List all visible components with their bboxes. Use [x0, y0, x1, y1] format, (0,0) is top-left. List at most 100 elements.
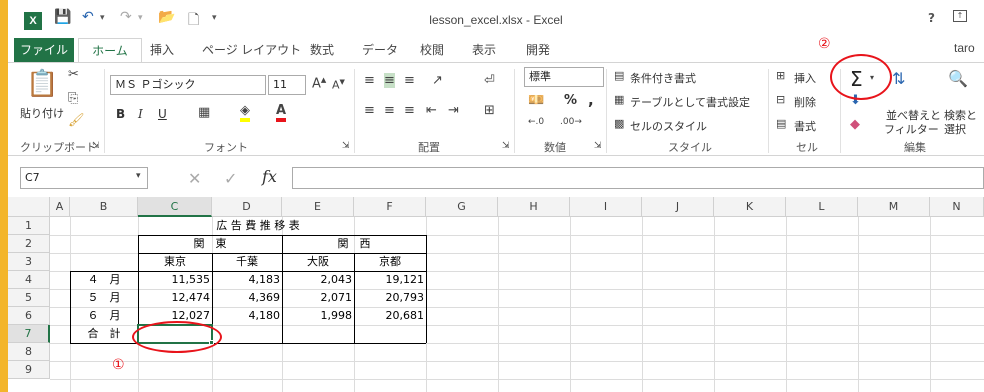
format-as-table-icon[interactable]: ▦ [614, 93, 624, 106]
format-as-table-button[interactable]: テーブルとして書式設定 [630, 94, 750, 110]
sort-filter-icon[interactable]: ⇅ [892, 69, 905, 88]
cut-icon[interactable]: ✂ [68, 67, 79, 82]
column-header[interactable]: F [354, 197, 426, 217]
formula-input[interactable] [292, 167, 984, 189]
column-header[interactable]: B [70, 197, 138, 217]
comma-button[interactable]: , [588, 91, 594, 109]
cell-value[interactable]: 2,043 [282, 271, 353, 289]
insert-function-icon[interactable]: fx [262, 167, 277, 186]
row-header[interactable]: 4 [8, 271, 50, 289]
tab-review[interactable]: 校閲 [420, 41, 444, 58]
align-bottom-icon[interactable]: ≡ [404, 73, 415, 88]
wrap-text-icon[interactable]: ⏎ [484, 73, 495, 88]
tab-page-layout[interactable]: ページ レイアウト [202, 41, 301, 58]
tab-home[interactable]: ホーム [78, 38, 142, 63]
bold-button[interactable]: B [116, 107, 125, 121]
percent-button[interactable]: % [564, 93, 577, 108]
font-color-icon[interactable]: A [276, 103, 287, 122]
worksheet-grid[interactable]: A B C D E F G H I J K L M N 1 2 3 4 5 6 … [8, 197, 984, 392]
cell-value[interactable]: 2,071 [282, 289, 353, 307]
underline-button[interactable]: U [158, 107, 167, 121]
header-chiba[interactable]: 千葉 [212, 253, 282, 271]
cell-styles-icon[interactable]: ▩ [614, 117, 624, 130]
clear-icon[interactable]: ◆ [850, 117, 860, 132]
header-tokyo[interactable]: 東京 [138, 253, 212, 271]
tab-insert[interactable]: 挿入 [150, 41, 174, 58]
header-osaka[interactable]: 大阪 [282, 253, 354, 271]
find-select-icon[interactable]: 🔍 [948, 69, 968, 88]
cell-value[interactable]: 20,793 [354, 289, 425, 307]
format-cells-button[interactable]: 書式 [794, 118, 816, 134]
cell-styles-button[interactable]: セルのスタイル [630, 118, 707, 134]
format-painter-icon[interactable]: 🖌 [68, 113, 85, 128]
paste-icon[interactable]: 📋 [26, 69, 58, 99]
insert-cells-icon[interactable]: ⊞ [776, 69, 785, 82]
row-header[interactable]: 9 [8, 361, 50, 379]
italic-button[interactable]: I [138, 107, 143, 121]
borders-icon[interactable]: ▦ [198, 105, 210, 120]
row-header[interactable]: 7 [8, 325, 50, 343]
format-cells-icon[interactable]: ▤ [776, 117, 786, 130]
cell-value[interactable]: 4,183 [212, 271, 281, 289]
cell-value[interactable]: 19,121 [354, 271, 425, 289]
decrease-decimal-icon[interactable]: .00→ [560, 117, 582, 127]
name-box-dropdown-icon[interactable]: ▾ [136, 171, 141, 181]
cell-value[interactable]: 4,180 [212, 307, 281, 325]
shrink-font-icon[interactable]: A▼ [332, 78, 345, 92]
tab-file[interactable]: ファイル [14, 38, 74, 62]
row-label-may[interactable]: ５ 月 [70, 289, 138, 307]
column-header[interactable]: G [426, 197, 498, 217]
column-header[interactable]: H [498, 197, 570, 217]
delete-cells-button[interactable]: 削除 [794, 94, 816, 110]
fill-color-icon[interactable]: ◈ [240, 103, 250, 122]
header-kanto[interactable]: 関 東 [138, 235, 282, 253]
cell-value[interactable]: 20,681 [354, 307, 425, 325]
column-header[interactable]: K [714, 197, 786, 217]
paste-button-label[interactable]: 貼り付け [20, 105, 64, 121]
sheet-title[interactable]: 広 告 費 推 移 表 [148, 217, 368, 235]
alignment-launcher-icon[interactable]: ⇲ [502, 141, 510, 151]
orientation-icon[interactable]: ↗ [432, 73, 443, 88]
clipboard-launcher-icon[interactable]: ⇲ [92, 141, 100, 151]
merge-center-icon[interactable]: ⊞ [484, 103, 495, 118]
row-header[interactable]: 8 [8, 343, 50, 361]
font-size-select[interactable]: 11 [268, 75, 306, 95]
column-header[interactable]: D [212, 197, 282, 217]
row-header[interactable]: 2 [8, 235, 50, 253]
number-launcher-icon[interactable]: ⇲ [594, 141, 602, 151]
tab-view[interactable]: 表示 [472, 41, 496, 58]
font-name-select[interactable]: ＭＳ Ｐゴシック [110, 75, 266, 95]
column-header[interactable]: E [282, 197, 354, 217]
conditional-format-icon[interactable]: ▤ [614, 69, 624, 82]
header-kansai[interactable]: 関 西 [282, 235, 426, 253]
row-header[interactable]: 6 [8, 307, 50, 325]
cancel-icon[interactable]: ✕ [188, 169, 201, 188]
copy-icon[interactable]: ⎘ [68, 91, 78, 106]
increase-indent-icon[interactable]: ⇥ [448, 103, 459, 118]
cell-value[interactable]: 1,998 [282, 307, 353, 325]
help-icon[interactable]: ? [928, 11, 935, 25]
column-header[interactable]: A [50, 197, 70, 217]
row-header[interactable]: 1 [8, 217, 50, 235]
align-right-icon[interactable]: ≡ [404, 103, 415, 118]
number-format-select[interactable]: 標準 [524, 67, 604, 87]
tab-formulas[interactable]: 数式 [310, 41, 334, 58]
row-label-total[interactable]: 合 計 [70, 325, 138, 343]
name-box[interactable]: C7 [20, 167, 148, 189]
font-launcher-icon[interactable]: ⇲ [342, 141, 350, 151]
tab-data[interactable]: データ [362, 41, 398, 58]
column-header[interactable]: M [858, 197, 930, 217]
align-middle-icon[interactable]: ≡ [384, 73, 395, 88]
row-header[interactable]: 3 [8, 253, 50, 271]
conditional-format-button[interactable]: 条件付き書式 [630, 70, 696, 86]
row-header[interactable]: 5 [8, 289, 50, 307]
currency-icon[interactable]: 💴 [528, 93, 544, 108]
cell-value[interactable]: 4,369 [212, 289, 281, 307]
column-header[interactable]: N [930, 197, 984, 217]
increase-decimal-icon[interactable]: ←.0 [528, 117, 544, 127]
column-header[interactable]: I [570, 197, 642, 217]
delete-cells-icon[interactable]: ⊟ [776, 93, 785, 106]
row-label-june[interactable]: ６ 月 [70, 307, 138, 325]
grow-font-icon[interactable]: A▲ [312, 76, 326, 91]
insert-cells-button[interactable]: 挿入 [794, 70, 816, 86]
